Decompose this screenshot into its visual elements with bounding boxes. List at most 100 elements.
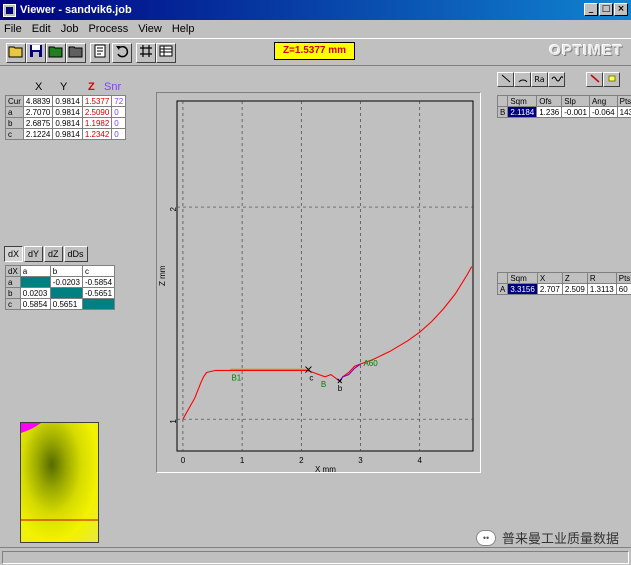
tab-dy[interactable]: dY [24,246,44,262]
coord-row-name: b [5,117,24,129]
x-tick-label: 4 [417,456,422,465]
x-tick-label: 1 [240,456,245,465]
coord-row[interactable]: Cur 4.8839 0.9814 1.5377 72 [5,95,127,107]
arcs-col-head: Pts [615,272,631,284]
window-title: Viewer - sandvik6.job [20,4,132,16]
segments-cell: B [496,106,509,118]
diff-cell: -0.5854 [81,276,116,288]
arcs-header-row: Sqm X Z R Pts [496,272,631,284]
diff-cell [81,298,116,310]
diff-row-name: a [5,276,21,288]
coord-snr: 0 [111,128,127,140]
coord-snr: 0 [111,117,127,129]
diff-cell: -0.0203 [49,276,83,288]
watermark-text: 普来曼工业质量数据 [501,531,619,546]
surface-thumbnail[interactable] [20,422,99,543]
line-tool-icon[interactable] [497,72,514,87]
diff-header-row: dX a b c [5,265,116,277]
coord-x: 2.6875 [22,117,54,129]
x-tick-label: 3 [358,456,363,465]
diff-corner: dX [5,265,21,277]
segments-header-row: Sqm Ofs Slp Ang Pts [496,95,631,107]
coord-z: 2.5090 [81,106,113,118]
menu-bar: File Edit Job Process View Help [0,20,631,37]
menu-help[interactable]: Help [172,23,195,35]
undo-icon[interactable] [112,43,132,63]
segments-cell: -0.001 [561,106,590,118]
label-b1: B1 [231,373,241,382]
arc-tool-icon[interactable] [514,72,531,87]
coord-snr: 72 [111,95,127,107]
y-tick-label: 1 [169,419,178,424]
segments-cell: -0.064 [588,106,618,118]
coord-z: 1.1982 [81,117,113,129]
wave-tool-icon[interactable] [548,72,565,87]
coord-z: 1.2342 [81,128,113,140]
menu-file[interactable]: File [4,23,22,35]
viewer-window: Viewer - sandvik6.job _ □ × File Edit Jo… [0,0,631,565]
plot-area[interactable] [176,100,474,452]
coord-row[interactable]: c 2.1224 0.9814 1.2342 0 [5,128,127,140]
menu-view[interactable]: View [138,23,162,35]
pencil-tool-icon[interactable] [586,72,603,87]
maximize-button[interactable]: □ [599,3,613,16]
coord-y: 0.9814 [52,95,83,107]
brand-logo: OPTIMET [549,42,623,59]
coord-row-name: Cur [5,95,24,107]
label-b: b [338,384,343,393]
difference-table: dX a b c a -0.0203 -0.5854 b 0.0203 -0.5651 c 0.585… [5,265,116,310]
coord-x: 4.8839 [22,95,54,107]
wechat-icon: •• [475,529,496,546]
coord-row[interactable]: a 2.7070 0.9814 2.5090 0 [5,106,127,118]
grid-icon[interactable] [136,43,156,63]
close-button[interactable]: × [614,3,628,16]
diff-cell [19,276,51,288]
tab-dz[interactable]: dZ [44,246,63,262]
menu-edit[interactable]: Edit [32,23,51,35]
arcs-col-head: Z [561,272,588,284]
diff-cell: -0.5651 [81,287,116,299]
arcs-col-head: R [586,272,617,284]
segments-col-head [496,95,509,107]
status-cell [2,551,629,564]
profile-plot[interactable]: 0 1 2 3 4 1 2 X mm Z mm B1 cB b A60 [157,93,480,474]
segments-cell: 1.236 [536,106,563,118]
diff-cell [49,287,83,299]
ra-tool-button[interactable]: Ra [531,72,548,87]
minimize-button[interactable]: _ [584,3,598,16]
label-c: c [309,374,313,383]
segments-row[interactable]: B 2.1184 1.236 -0.001 -0.064 143 [496,106,631,118]
save-icon[interactable] [26,43,46,63]
menu-process[interactable]: Process [88,23,128,35]
folder-dark-icon[interactable] [66,43,86,63]
y-tick-label: 2 [169,207,178,212]
app-icon [3,3,16,17]
status-bar [0,547,631,565]
diff-cell: 0.5854 [19,298,51,310]
coord-row-name: a [5,106,24,118]
coord-y: 0.9814 [52,128,83,140]
coord-z: 1.5377 [81,95,113,107]
diff-row-name: c [5,298,21,310]
coord-row-name: c [5,128,24,140]
properties-icon[interactable] [90,43,110,63]
col-head-z: Z [88,81,95,93]
folder-green-icon[interactable] [46,43,66,63]
diff-row: a -0.0203 -0.5854 [5,276,116,288]
coordinates-table: Cur 4.8839 0.9814 1.5377 72 a 2.7070 0.9814 2.50… [5,95,127,140]
tab-dx[interactable]: dX [4,246,24,262]
arc-table: Sqm X Z R Pts A 3.3156 2.707 2.509 1.3113 60 [496,272,631,295]
segments-col-head: Slp [561,95,590,107]
segments-col-head: Ofs [536,95,563,107]
x-axis-label: X mm [315,465,336,472]
col-head-y: Y [60,81,68,93]
watermark: •• 普来曼工业质量数据 [475,528,619,547]
arcs-row[interactable]: A 3.3156 2.707 2.509 1.3113 60 [496,283,631,295]
eraser-tool-icon[interactable] [603,72,620,87]
open-folder-icon[interactable] [6,43,26,63]
table-view-icon[interactable] [156,43,176,63]
tab-dds[interactable]: dDs [63,246,88,262]
label-segment-b: B [321,380,326,389]
menu-job[interactable]: Job [61,23,79,35]
coord-row[interactable]: b 2.6875 0.9814 1.1982 0 [5,117,127,129]
